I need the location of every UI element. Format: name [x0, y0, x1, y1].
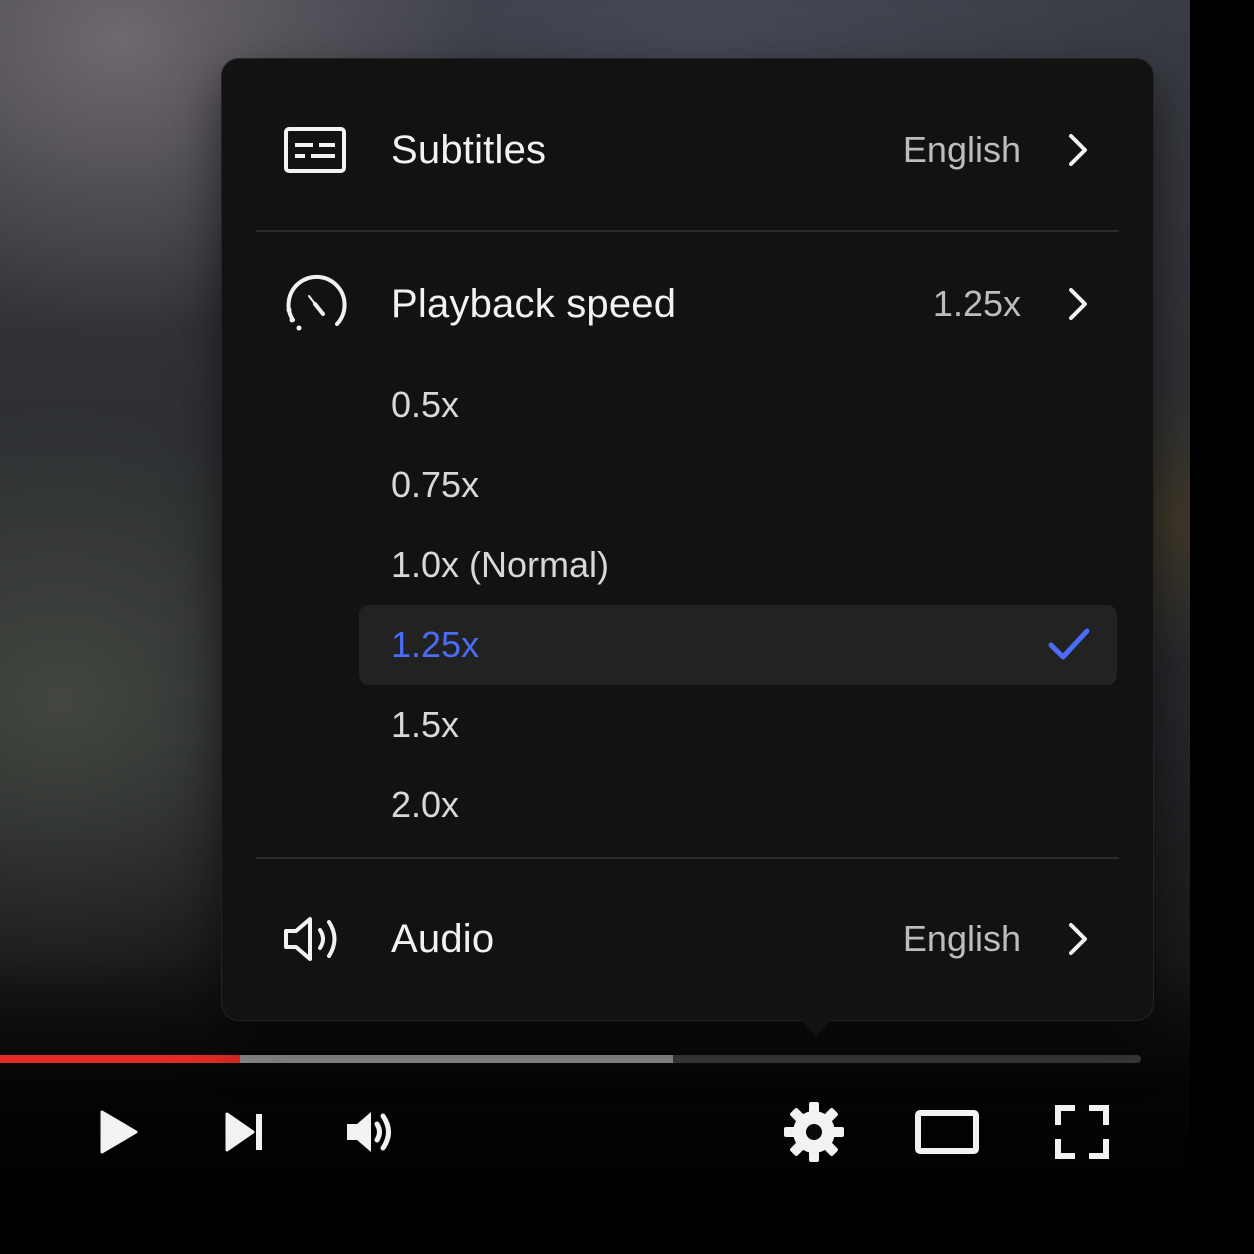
gear-icon: [784, 1102, 844, 1162]
speed-option[interactable]: 2.0x: [359, 765, 1117, 845]
chevron-right-icon: [1063, 130, 1093, 170]
speaker-icon: [280, 904, 350, 974]
fullscreen-icon: [1055, 1105, 1109, 1159]
speed-option-selected[interactable]: 1.25x: [359, 605, 1117, 685]
speed-option[interactable]: 0.75x: [359, 445, 1117, 525]
playback-speed-value: 1.25x: [932, 283, 1021, 324]
progress-bar[interactable]: [0, 1055, 1141, 1063]
subtitles-value: English: [902, 129, 1021, 170]
play-icon: [100, 1110, 138, 1154]
speedometer-icon: [280, 269, 350, 339]
theater-mode-button[interactable]: [912, 1100, 982, 1164]
menu-divider: [256, 857, 1119, 859]
checkmark-icon: [1047, 625, 1091, 665]
volume-icon: [347, 1112, 391, 1152]
subtitles-label: Subtitles: [391, 127, 547, 172]
fullscreen-button[interactable]: [1048, 1100, 1116, 1164]
speed-option[interactable]: 1.5x: [359, 685, 1117, 765]
menu-divider: [256, 230, 1119, 232]
chevron-right-icon: [1063, 919, 1093, 959]
next-button[interactable]: [214, 1100, 274, 1164]
skip-next-icon: [225, 1112, 262, 1152]
speed-option[interactable]: 1.0x (Normal): [359, 525, 1117, 605]
volume-button[interactable]: [338, 1100, 402, 1164]
menu-pointer: [800, 1019, 832, 1037]
speed-option-label: 2.0x: [391, 784, 460, 825]
menu-item-playback-speed[interactable]: Playback speed 1.25x: [222, 259, 1153, 349]
settings-button[interactable]: [780, 1100, 848, 1164]
theater-mode-icon: [915, 1110, 979, 1154]
subtitles-icon: [280, 115, 350, 185]
settings-menu: Subtitles English Playback speed 1.25x 0…: [221, 58, 1154, 1021]
speed-option-label: 0.5x: [391, 384, 460, 425]
play-button[interactable]: [88, 1100, 148, 1164]
chevron-right-icon: [1063, 284, 1093, 324]
speed-option-label: 1.5x: [391, 704, 460, 745]
playback-speed-label: Playback speed: [391, 281, 677, 326]
progress-played: [0, 1055, 240, 1063]
speed-option-label: 1.25x: [391, 624, 480, 665]
audio-value: English: [902, 918, 1021, 959]
speed-option-label: 0.75x: [391, 464, 480, 505]
menu-item-audio[interactable]: Audio English: [222, 894, 1153, 984]
speed-option-label: 1.0x (Normal): [391, 544, 610, 585]
audio-label: Audio: [391, 916, 495, 961]
menu-item-subtitles[interactable]: Subtitles English: [222, 105, 1153, 195]
speed-option[interactable]: 0.5x: [359, 365, 1117, 445]
